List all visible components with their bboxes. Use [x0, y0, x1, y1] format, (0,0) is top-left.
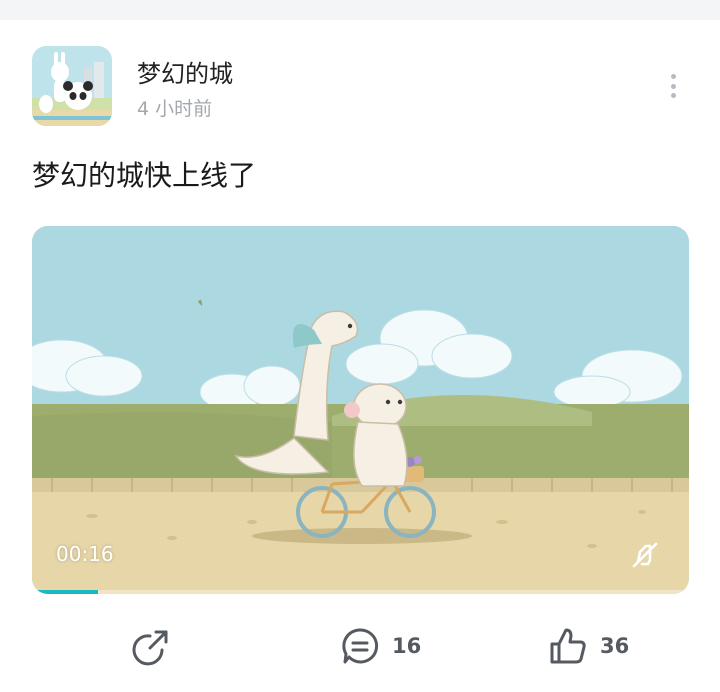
post-timestamp: 4 小时前 [137, 98, 213, 120]
like-count: 36 [600, 634, 630, 658]
top-divider-strip [0, 0, 720, 20]
video-player[interactable]: 00:16 [32, 226, 689, 594]
video-frame-illustration [32, 226, 689, 594]
thumbs-up-icon [550, 628, 586, 664]
post-title: 梦幻的城快上线了 [32, 159, 257, 192]
author-avatar[interactable] [32, 46, 112, 126]
share-button[interactable] [132, 624, 172, 668]
comment-icon [342, 628, 379, 664]
more-options-icon[interactable] [658, 70, 688, 102]
video-progress-fill [32, 590, 98, 594]
comment-button[interactable]: 16 [340, 624, 421, 668]
video-timestamp: 00:16 [56, 542, 114, 566]
author-name[interactable]: 梦幻的城 [137, 54, 233, 89]
avatar-illustration [32, 46, 112, 126]
like-button[interactable]: 36 [548, 624, 629, 668]
mute-icon[interactable] [628, 538, 662, 572]
share-icon [132, 630, 168, 666]
post-card: 梦幻的城 4 小时前 梦幻的城快上线了 00:16 16 36 [0, 20, 720, 692]
comment-count: 16 [392, 634, 422, 658]
video-progress-track[interactable] [32, 590, 689, 594]
